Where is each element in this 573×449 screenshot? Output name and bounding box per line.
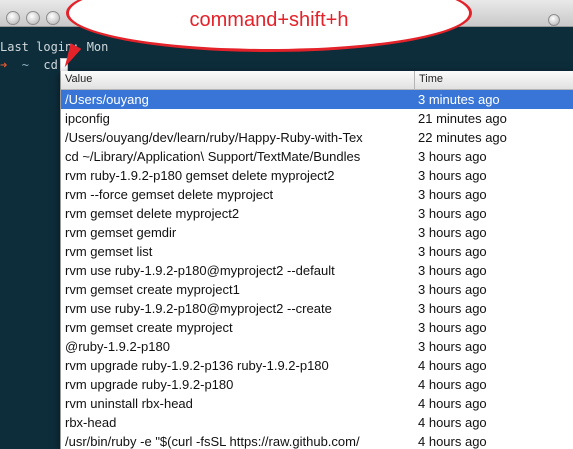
history-row-time: 3 hours ago	[418, 320, 487, 335]
history-row-time: 4 hours ago	[418, 358, 487, 373]
history-row-value: /Users/ouyang/dev/learn/ruby/Happy-Ruby-…	[65, 130, 363, 145]
history-row-time: 3 minutes ago	[418, 92, 500, 107]
history-row-value: rvm --force gemset delete myproject	[65, 187, 274, 202]
history-row-time: 3 hours ago	[418, 301, 487, 316]
history-table-header: Value Time	[61, 71, 573, 90]
toolbar-toggle-icon[interactable]	[548, 14, 560, 26]
history-row-value: rvm gemset list	[65, 244, 153, 259]
history-row[interactable]: rvm ruby-1.9.2-p180 gemset delete myproj…	[61, 166, 573, 185]
history-row-time: 4 hours ago	[418, 377, 487, 392]
history-row-value: rvm upgrade ruby-1.9.2-p136 ruby-1.9.2-p…	[65, 358, 329, 373]
history-row[interactable]: rbx-head 4 hours ago	[61, 413, 573, 432]
minimize-window-icon[interactable]	[26, 11, 40, 25]
history-row-time: 4 hours ago	[418, 396, 487, 411]
history-row-value: rvm gemset gemdir	[65, 225, 177, 240]
history-row-value: /Users/ouyang	[65, 92, 149, 107]
history-row-time: 3 hours ago	[418, 149, 487, 164]
zoom-window-icon[interactable]	[46, 11, 60, 25]
history-row-value: rvm gemset delete myproject2	[65, 206, 240, 221]
column-divider	[414, 71, 415, 89]
history-row[interactable]: /Users/ouyang 3 minutes ago	[61, 90, 573, 109]
history-list: /Users/ouyang 3 minutes ago ipconfig 21 min…	[61, 90, 573, 449]
history-row-time: 21 minutes ago	[418, 111, 507, 126]
history-row[interactable]: rvm gemset delete myproject2 3 hours ago	[61, 204, 573, 223]
history-row-value: rvm uninstall rbx-head	[65, 396, 193, 411]
history-row[interactable]: rvm gemset list 3 hours ago	[61, 242, 573, 261]
history-row[interactable]: rvm uninstall rbx-head 4 hours ago	[61, 394, 573, 413]
history-row-value: rbx-head	[65, 415, 117, 430]
history-row-time: 3 hours ago	[418, 244, 487, 259]
history-row-time: 3 hours ago	[418, 187, 487, 202]
history-row[interactable]: rvm use ruby-1.9.2-p180@myproject2 --cre…	[61, 299, 573, 318]
history-row-value: rvm use ruby-1.9.2-p180@myproject2 --cre…	[65, 301, 332, 316]
history-row-value: @ruby-1.9.2-p180	[65, 339, 170, 354]
history-row-time: 4 hours ago	[418, 415, 487, 430]
close-window-icon[interactable]	[6, 11, 20, 25]
prompt-arrow-icon: ➜	[0, 58, 8, 72]
history-row[interactable]: rvm use ruby-1.9.2-p180@myproject2 --def…	[61, 261, 573, 280]
column-header-time[interactable]: Time	[419, 73, 443, 85]
prompt-directory: ~	[21, 58, 29, 72]
history-row[interactable]: rvm gemset gemdir 3 hours ago	[61, 223, 573, 242]
history-row[interactable]: rvm --force gemset delete myproject 3 hou…	[61, 185, 573, 204]
history-row[interactable]: rvm gemset create myproject 3 hours ago	[61, 318, 573, 337]
history-row-time: 22 minutes ago	[418, 130, 507, 145]
history-popup: Value Time /Users/ouyang 3 minutes ago ipc…	[60, 71, 573, 449]
history-row-time: 3 hours ago	[418, 282, 487, 297]
prompt-line[interactable]: ➜ ~ cd	[0, 58, 58, 72]
history-row[interactable]: cd ~/Library/Application\ Support/TextMa…	[61, 147, 573, 166]
history-row-time: 4 hours ago	[418, 434, 487, 449]
history-row[interactable]: rvm upgrade ruby-1.9.2-p136 ruby-1.9.2-p…	[61, 356, 573, 375]
history-row[interactable]: /usr/bin/ruby -e "$(curl -fsSL https://r…	[61, 432, 573, 449]
history-row-value: /usr/bin/ruby -e "$(curl -fsSL https://r…	[65, 434, 360, 449]
history-row[interactable]: /Users/ouyang/dev/learn/ruby/Happy-Ruby-…	[61, 128, 573, 147]
history-row-value: rvm upgrade ruby-1.9.2-p180	[65, 377, 234, 392]
last-login-line: Last login: Mon	[0, 40, 116, 54]
shortcut-callout-text: command+shift+h	[189, 9, 349, 31]
history-row[interactable]: @ruby-1.9.2-p180 3 hours ago	[61, 337, 573, 356]
history-row-value: rvm use ruby-1.9.2-p180@myproject2 --def…	[65, 263, 335, 278]
history-row-time: 3 hours ago	[418, 339, 487, 354]
history-row-value: ipconfig	[65, 111, 110, 126]
history-row-time: 3 hours ago	[418, 206, 487, 221]
history-row-value: rvm gemset create myproject	[65, 320, 233, 335]
prompt-command: cd	[43, 58, 58, 72]
history-row-time: 3 hours ago	[418, 225, 487, 240]
history-row[interactable]: ipconfig 21 minutes ago	[61, 109, 573, 128]
history-row[interactable]: rvm upgrade ruby-1.9.2-p180 4 hours ago	[61, 375, 573, 394]
history-row-value: cd ~/Library/Application\ Support/TextMa…	[65, 149, 361, 164]
history-row-value: rvm ruby-1.9.2-p180 gemset delete myproj…	[65, 168, 335, 183]
history-row-value: rvm gemset create myproject1	[65, 282, 240, 297]
history-row[interactable]: rvm gemset create myproject1 3 hours ago	[61, 280, 573, 299]
column-header-value[interactable]: Value	[65, 73, 92, 85]
history-row-time: 3 hours ago	[418, 168, 487, 183]
history-row-time: 3 hours ago	[418, 263, 487, 278]
